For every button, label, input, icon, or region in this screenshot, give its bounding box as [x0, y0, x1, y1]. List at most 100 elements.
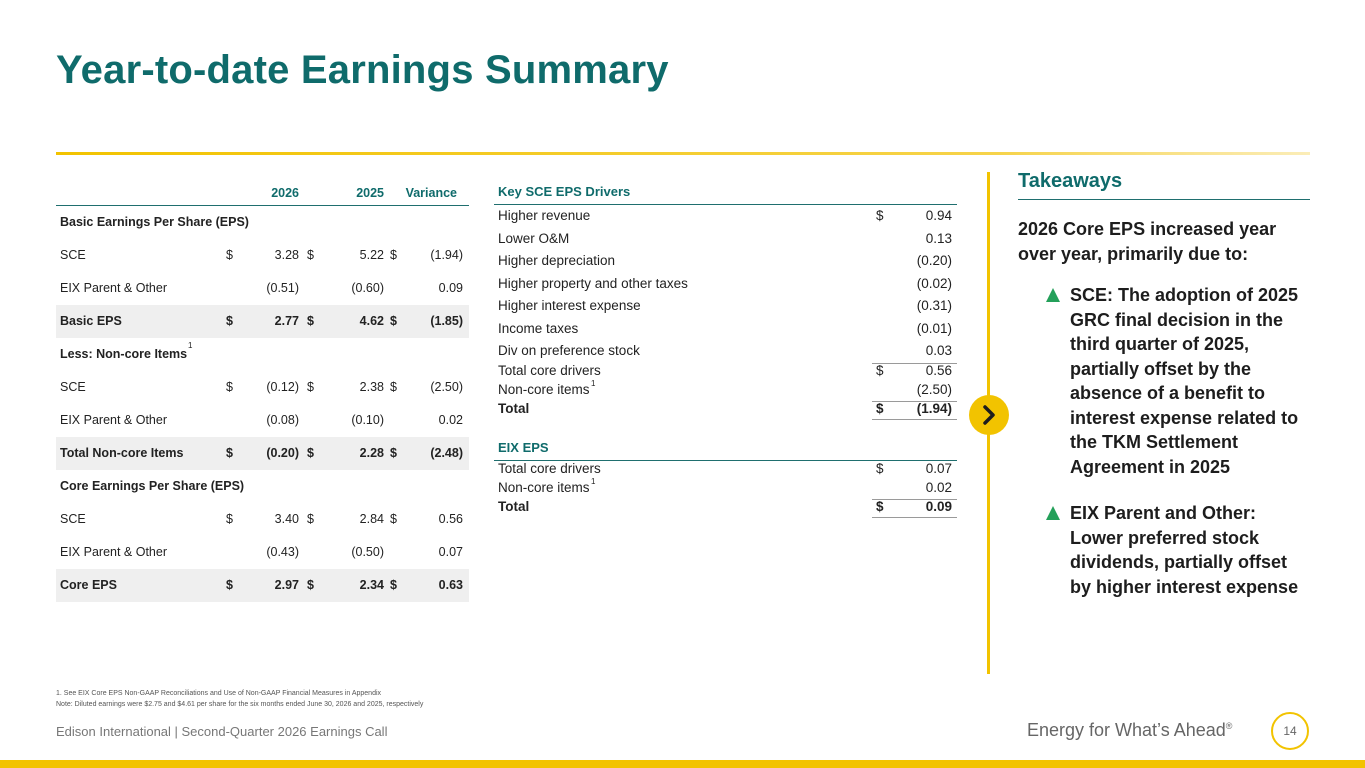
triangle-up-icon [1046, 506, 1060, 520]
driver-row: Income taxes (0.01) [494, 318, 957, 341]
driver-label: Total core drivers [498, 460, 601, 476]
dollar-sign: $ [226, 314, 233, 328]
driver-row: Div on preference stock 0.03 [494, 340, 957, 363]
driver-value: (0.01) [916, 320, 952, 336]
driver-row: Higher depreciation (0.20) [494, 250, 957, 273]
dollar-sign: $ [390, 512, 397, 526]
title-divider [56, 152, 1310, 155]
total-rule [872, 498, 957, 500]
dollar-sign: $ [307, 380, 314, 394]
dollar-sign: $ [876, 208, 884, 223]
value-2026: 3.28 [274, 248, 299, 262]
driver-label: Total [498, 400, 530, 416]
driver-value: 0.03 [925, 343, 952, 358]
value-variance: 0.02 [438, 413, 463, 427]
driver-value: (0.31) [916, 298, 952, 313]
row-label: SCE [60, 248, 86, 262]
subtotal-rule [872, 362, 957, 364]
value-2025: (0.60) [351, 281, 384, 295]
column-header-2025: 2025 [356, 186, 384, 200]
sce-drivers-header: Key SCE EPS Drivers [494, 178, 957, 205]
row-label: Core EPS [60, 578, 117, 592]
takeaways-intro: 2026 Core EPS increased year over year, … [1018, 219, 1277, 264]
total-rule [872, 418, 957, 420]
dollar-sign: $ [226, 512, 233, 526]
table-section-header: Core Earnings Per Share (EPS) [56, 470, 469, 503]
takeaways-panel: Takeaways 2026 Core EPS increased year o… [1018, 170, 1310, 599]
row-label: EIX Parent & Other [60, 545, 167, 559]
table-section-header: Less: Non-core Items 1 [60, 341, 193, 362]
dollar-sign: $ [226, 380, 233, 394]
footnotes: 1. See EIX Core EPS Non-GAAP Reconciliat… [56, 688, 423, 710]
brand-tagline: Energy for What’s Ahead® [1027, 720, 1232, 741]
dollar-sign: $ [390, 314, 397, 328]
dollar-sign: $ [876, 498, 884, 514]
value-2025: 4.62 [359, 314, 384, 328]
value-2026: (0.51) [266, 281, 299, 295]
driver-value: 0.94 [925, 208, 952, 223]
dollar-sign: $ [307, 446, 314, 460]
row-label: Basic EPS [60, 314, 122, 328]
row-label: EIX Parent & Other [60, 281, 167, 295]
takeaway-text: EIX Parent and Other: Lower preferred st… [1070, 503, 1299, 597]
triangle-up-icon [1046, 288, 1060, 302]
value-variance: (2.48) [430, 446, 463, 460]
value-variance: 0.09 [438, 281, 463, 295]
registered-mark: ® [1225, 721, 1233, 731]
driver-label: Higher interest expense [498, 298, 641, 313]
value-variance: 0.56 [438, 512, 463, 526]
dollar-sign: $ [226, 578, 233, 592]
value-2026: (0.43) [266, 545, 299, 559]
table-row: Total Non-core Items $ (0.20) $2.28 $ (2.48) [56, 437, 469, 470]
row-label: SCE [60, 380, 86, 394]
value-variance: 0.07 [438, 545, 463, 559]
table-section-header: Basic Earnings Per Share (EPS) [56, 206, 469, 239]
driver-value: 0.07 [925, 460, 952, 476]
value-2026: (0.08) [266, 413, 299, 427]
page-title: Year-to-date Earnings Summary [56, 48, 669, 92]
value-2025: 2.84 [359, 512, 384, 526]
eps-drivers: Key SCE EPS Drivers Higher revenue $0.94 L… [494, 178, 957, 518]
table-row: SCE $3.40 $2.84 $0.56 [56, 503, 469, 536]
column-header-variance: Variance [405, 186, 457, 200]
dollar-sign: $ [226, 446, 233, 460]
dollar-sign: $ [307, 512, 314, 526]
eps-table-header: 2026 2025 Variance [56, 178, 469, 206]
footnote-note: Note: Diluted earnings were $2.75 and $4… [56, 701, 424, 708]
value-2026: (0.20) [266, 446, 299, 460]
eps-table: 2026 2025 Variance Basic Earnings Per Sh… [56, 178, 469, 602]
driver-label: Lower O&M [498, 230, 570, 246]
table-row: EIX Parent & Other (0.43) (0.50) 0.07 [56, 536, 469, 569]
driver-value: 0.02 [925, 479, 952, 495]
chevron-right-icon [969, 395, 1009, 435]
takeaway-text: SCE: The adoption of 2025 GRC final deci… [1070, 285, 1299, 477]
driver-label: Income taxes [498, 320, 579, 336]
driver-value: (2.50) [916, 381, 952, 397]
sce-drivers-title: Key SCE EPS Drivers [498, 184, 631, 199]
table-row: EIX Parent & Other (0.51) (0.60) 0.09 [56, 272, 469, 305]
driver-row: Total core drivers $0.56 [494, 362, 957, 382]
row-label: SCE [60, 512, 86, 526]
dollar-sign: $ [390, 248, 397, 262]
driver-value: (0.20) [916, 253, 952, 268]
table-row: SCE $ (0.12) $2.38 $ (2.50) [56, 371, 469, 404]
eix-eps-title: EIX EPS [498, 439, 549, 455]
page-number: 14 [1271, 712, 1309, 750]
driver-label: Div on preference stock [498, 343, 640, 358]
takeaways-title: Takeaways [1018, 170, 1310, 200]
driver-row: Non-core items 1 0.02 [498, 476, 952, 495]
takeaway-bullet: EIX Parent and Other: Lower preferred st… [1018, 501, 1310, 599]
dollar-sign: $ [307, 314, 314, 328]
total-row: Total $0.09 [494, 498, 957, 518]
driver-row: Higher revenue $0.94 [494, 205, 957, 228]
driver-label: Non-core items [498, 479, 590, 495]
driver-label: Higher depreciation [498, 253, 616, 268]
value-2026: (0.12) [266, 380, 299, 394]
driver-label: Total core drivers [498, 362, 601, 378]
dollar-sign: $ [390, 446, 397, 460]
row-label: Core Earnings Per Share (EPS) [60, 479, 245, 493]
dollar-sign: $ [390, 578, 397, 592]
value-2025: 2.34 [359, 578, 384, 592]
value-2025: (0.10) [351, 413, 384, 427]
value-variance: (1.94) [430, 248, 463, 262]
